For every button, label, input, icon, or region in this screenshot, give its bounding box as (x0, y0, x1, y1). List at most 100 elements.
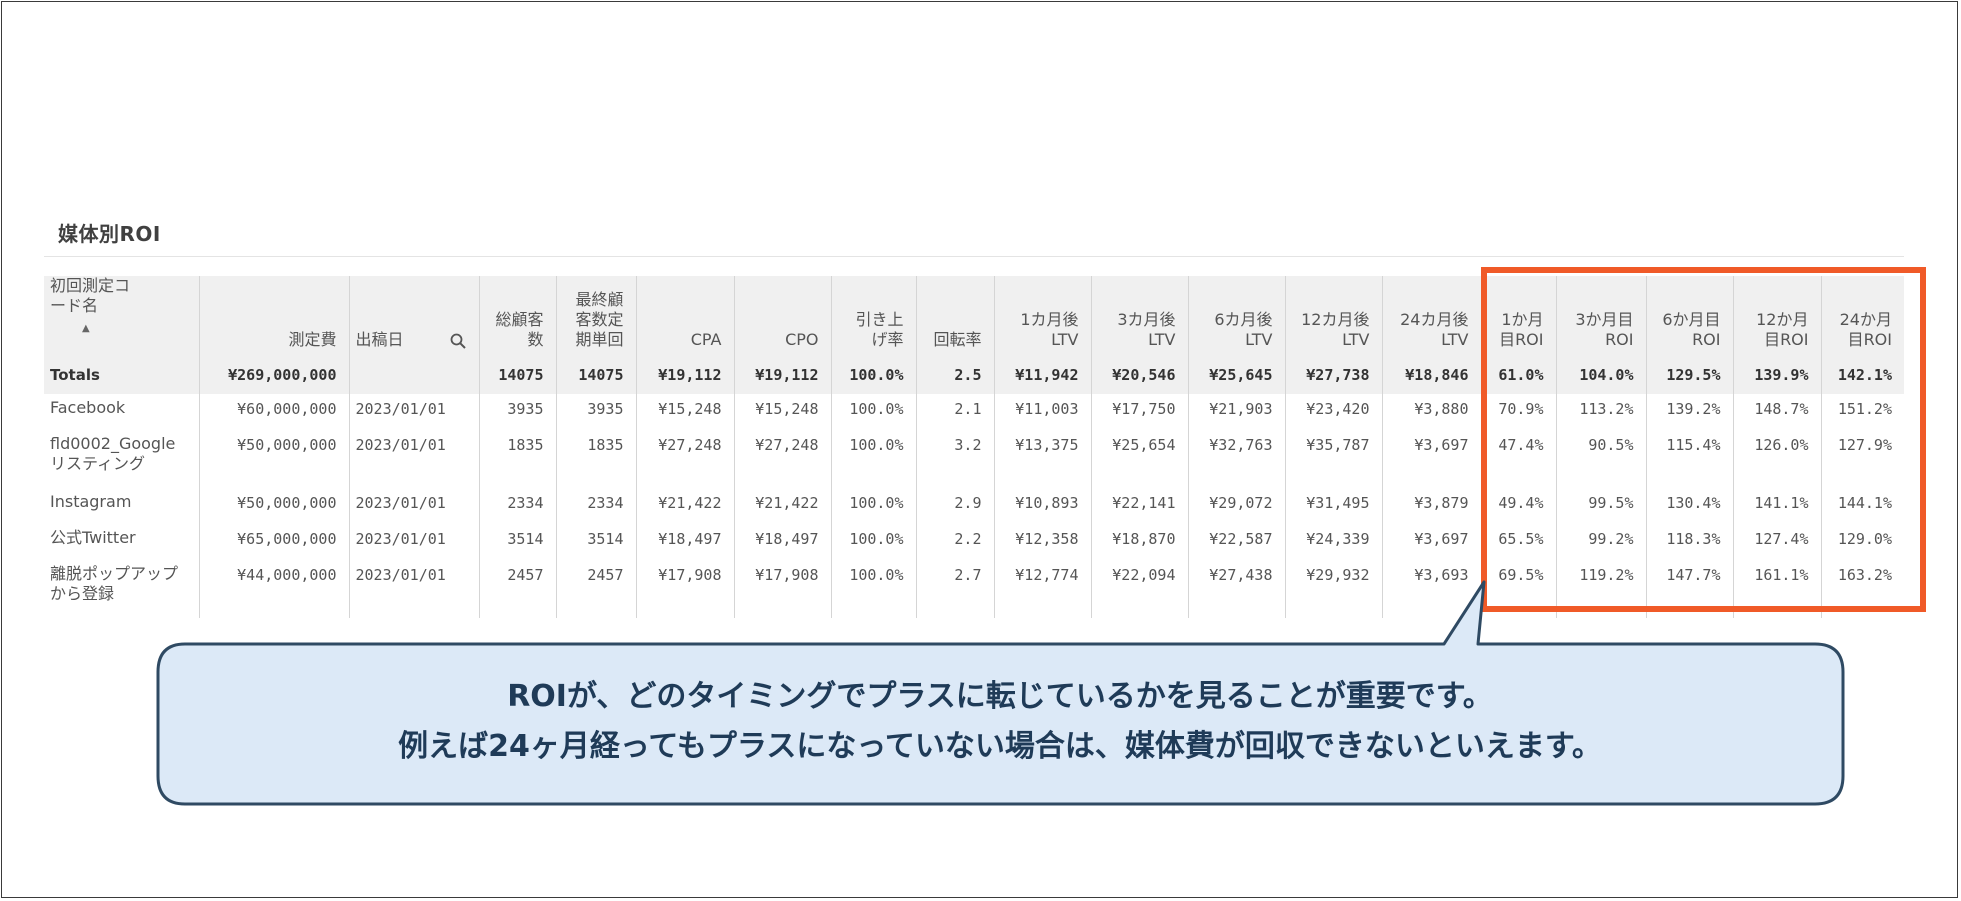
column-header-text: 客数定 (575, 310, 624, 329)
column-header-label: 初回測定コ ード名 ▲ (50, 276, 130, 339)
column-header[interactable]: CPO (734, 276, 832, 356)
column-header[interactable]: 6カ月後 LTV (1188, 276, 1286, 356)
table-cell: ¥44,000,000 (199, 560, 350, 618)
column-header[interactable]: 24カ月後 LTV (1382, 276, 1482, 356)
table-cell: 115.4% (1646, 430, 1734, 488)
table-row[interactable]: Instagram ¥50,000,000 2023/01/01 2334 2334 ¥2… (44, 488, 1904, 524)
table-cell: 69.5% (1481, 560, 1557, 618)
column-header[interactable]: 6か月目 ROI (1646, 276, 1734, 356)
column-header[interactable]: 3カ月後 LTV (1091, 276, 1189, 356)
column-header-text: ROI (1692, 330, 1721, 349)
table-cell: ¥3,697 (1382, 430, 1482, 488)
table-cell: ¥22,141 (1091, 488, 1189, 524)
totals-cell (349, 356, 480, 394)
table-cell: 2023/01/01 (349, 394, 480, 430)
table-cell: 2.7 (916, 560, 995, 618)
table-cell: ¥17,908 (734, 560, 832, 618)
column-header-text: げ率 (871, 330, 904, 349)
table-cell: 100.0% (831, 430, 917, 488)
column-header-label: 出稿日 (356, 330, 404, 350)
table-cell: 100.0% (831, 488, 917, 524)
totals-label: Totals (44, 356, 200, 394)
table-cell: ¥29,932 (1285, 560, 1383, 618)
title-divider (44, 256, 1904, 257)
column-header-text: ROI (1605, 330, 1634, 349)
column-header-label: 24カ月後 LTV (1389, 310, 1469, 350)
table-cell: 1835 (479, 430, 557, 488)
row-label: Instagram (44, 488, 200, 524)
table-cell: ¥17,908 (636, 560, 735, 618)
column-header-text: 12か月 (1756, 310, 1809, 329)
table-cell: ¥21,422 (734, 488, 832, 524)
table-cell: ¥3,880 (1382, 394, 1482, 430)
column-header-label: CPA (643, 330, 722, 350)
column-header-text: 24か月 (1839, 310, 1892, 329)
table-cell: 2023/01/01 (349, 488, 480, 524)
search-icon[interactable] (449, 332, 467, 350)
column-header-label: 3カ月後 LTV (1098, 310, 1175, 350)
table-cell: 119.2% (1556, 560, 1647, 618)
table-cell: ¥50,000,000 (199, 430, 350, 488)
column-header[interactable]: 1カ月後 LTV (994, 276, 1092, 356)
column-header-label: 6カ月後 LTV (1195, 310, 1272, 350)
column-header[interactable]: CPA (636, 276, 735, 356)
table-cell: 147.7% (1646, 560, 1734, 618)
column-header[interactable]: 初回測定コ ード名 ▲ (44, 276, 200, 356)
column-header-label: 最終顧 客数定 期単回 (563, 290, 624, 350)
table-row[interactable]: Facebook ¥60,000,000 2023/01/01 3935 3935 ¥15… (44, 394, 1904, 430)
column-header-text: 初回測定コ (50, 276, 131, 295)
table-cell: ¥24,339 (1285, 524, 1383, 560)
column-header[interactable]: 24か月 目ROI (1821, 276, 1904, 356)
column-header-text: LTV (1441, 330, 1469, 349)
row-label: 公式Twitter (44, 524, 200, 560)
table-cell: 139.2% (1646, 394, 1734, 430)
column-header-text: CPA (690, 330, 722, 349)
totals-cell: ¥18,846 (1382, 356, 1482, 394)
table-cell: 148.7% (1733, 394, 1822, 430)
column-header-text: 期単回 (575, 330, 624, 349)
column-header-text: 1か月 (1501, 310, 1544, 329)
totals-cell: 14075 (479, 356, 557, 394)
sort-ascending-icon[interactable]: ▲ (82, 323, 90, 334)
totals-row: Totals ¥269,000,000 14075 14075 ¥19,112 ¥19,1… (44, 356, 1904, 394)
column-header-text: 目ROI (1764, 330, 1809, 349)
table-cell: 2334 (556, 488, 637, 524)
column-header-text: 数 (527, 330, 544, 349)
column-header[interactable]: 総顧客数 (479, 276, 557, 356)
column-header[interactable]: 回転率 (916, 276, 995, 356)
table-cell: 70.9% (1481, 394, 1557, 430)
table-row[interactable]: 離脱ポップアップから登録 ¥44,000,000 2023/01/01 2457 245… (44, 560, 1904, 618)
table-cell: ¥25,654 (1091, 430, 1189, 488)
column-header[interactable]: 1か月 目ROI (1481, 276, 1557, 356)
table-cell: 126.0% (1733, 430, 1822, 488)
table-cell: 2.9 (916, 488, 995, 524)
column-header[interactable]: 12か月 目ROI (1733, 276, 1822, 356)
row-label: 離脱ポップアップから登録 (44, 560, 200, 618)
table-cell: ¥22,587 (1188, 524, 1286, 560)
table-cell: ¥3,879 (1382, 488, 1482, 524)
table-cell: 90.5% (1556, 430, 1647, 488)
column-header[interactable]: 最終顧 客数定 期単回 (556, 276, 637, 356)
table-cell: 2457 (479, 560, 557, 618)
totals-cell: ¥269,000,000 (199, 356, 350, 394)
column-header[interactable]: 引き上 げ率 (831, 276, 917, 356)
column-header[interactable]: 出稿日 (349, 276, 480, 356)
table-cell: ¥27,438 (1188, 560, 1286, 618)
column-header[interactable]: 測定費 (199, 276, 350, 356)
column-header-text: 目ROI (1499, 330, 1544, 349)
table-cell: ¥23,420 (1285, 394, 1383, 430)
column-header[interactable]: 12カ月後 LTV (1285, 276, 1383, 356)
table-row[interactable]: fld0002_Google リスティング ¥50,000,000 2023/01/… (44, 430, 1904, 488)
column-header[interactable]: 3か月目 ROI (1556, 276, 1647, 356)
table-row[interactable]: 公式Twitter ¥65,000,000 2023/01/01 3514 3514 ¥1… (44, 524, 1904, 560)
totals-cell: ¥11,942 (994, 356, 1092, 394)
totals-cell: ¥20,546 (1091, 356, 1189, 394)
callout-line-2: 例えば24ヶ月経ってもプラスになっていない場合は、媒体費が回収できないといえます… (398, 729, 1602, 764)
table-cell: ¥15,248 (636, 394, 735, 430)
table-cell: ¥3,697 (1382, 524, 1482, 560)
totals-cell: 2.5 (916, 356, 995, 394)
table-cell: 130.4% (1646, 488, 1734, 524)
table-cell: 127.4% (1733, 524, 1822, 560)
column-header-text: LTV (1051, 330, 1079, 349)
table-cell: 3.2 (916, 430, 995, 488)
